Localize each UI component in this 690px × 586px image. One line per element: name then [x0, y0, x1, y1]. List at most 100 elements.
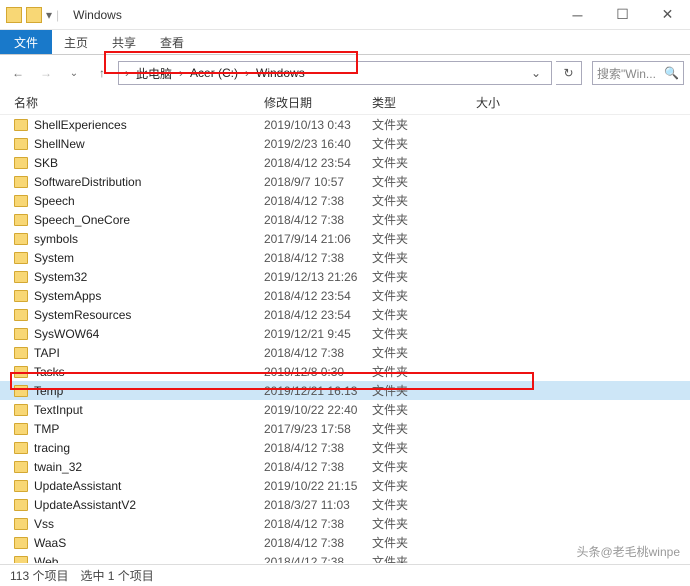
file-type: 文件夹	[372, 420, 476, 437]
folder-icon	[14, 461, 28, 473]
file-tab[interactable]: 文件	[0, 30, 52, 54]
file-date: 2019/10/22 21:15	[264, 479, 372, 493]
file-date: 2019/12/21 9:45	[264, 327, 372, 341]
breadcrumb-item[interactable]: Acer (C:)	[187, 66, 241, 80]
folder-icon	[14, 271, 28, 283]
status-selected-count: 选中 1 个项目	[80, 567, 153, 584]
table-row[interactable]: TAPI2018/4/12 7:38文件夹	[0, 343, 690, 362]
folder-icon	[14, 499, 28, 511]
file-date: 2019/12/13 21:26	[264, 270, 372, 284]
search-input[interactable]: 搜索"Win... 🔍	[592, 61, 684, 85]
folder-icon	[14, 290, 28, 302]
column-date[interactable]: 修改日期	[250, 94, 358, 111]
table-row[interactable]: twain_322018/4/12 7:38文件夹	[0, 457, 690, 476]
chevron-right-icon: ›	[179, 66, 183, 80]
folder-icon	[14, 195, 28, 207]
table-row[interactable]: UpdateAssistantV22018/3/27 11:03文件夹	[0, 495, 690, 514]
table-row[interactable]: TMP2017/9/23 17:58文件夹	[0, 419, 690, 438]
file-name: SystemApps	[34, 289, 264, 303]
breadcrumb-item[interactable]: Windows	[253, 66, 308, 80]
file-list: ShellExperiences2019/10/13 0:43文件夹ShellN…	[0, 115, 690, 563]
table-row[interactable]: Speech2018/4/12 7:38文件夹	[0, 191, 690, 210]
table-row[interactable]: SysWOW642019/12/21 9:45文件夹	[0, 324, 690, 343]
table-row[interactable]: Speech_OneCore2018/4/12 7:38文件夹	[0, 210, 690, 229]
status-item-count: 113 个项目	[10, 567, 68, 584]
file-name: symbols	[34, 232, 264, 246]
file-type: 文件夹	[372, 477, 476, 494]
folder-icon	[14, 537, 28, 549]
table-row[interactable]: UpdateAssistant2019/10/22 21:15文件夹	[0, 476, 690, 495]
file-name: Speech_OneCore	[34, 213, 264, 227]
forward-button[interactable]: →	[34, 61, 58, 85]
file-date: 2019/12/8 0:30	[264, 365, 372, 379]
back-button[interactable]: ←	[6, 61, 30, 85]
table-row[interactable]: Tasks2019/12/8 0:30文件夹	[0, 362, 690, 381]
table-row[interactable]: System2018/4/12 7:38文件夹	[0, 248, 690, 267]
table-row[interactable]: tracing2018/4/12 7:38文件夹	[0, 438, 690, 457]
title-bar: ▾ | Windows ─ ☐ ✕	[0, 0, 690, 30]
up-button[interactable]: ↑	[90, 61, 114, 85]
folder-icon	[14, 157, 28, 169]
table-row[interactable]: System322019/12/13 21:26文件夹	[0, 267, 690, 286]
address-bar[interactable]: › 此电脑 › Acer (C:) › Windows ⌄	[118, 61, 552, 85]
table-row[interactable]: SoftwareDistribution2018/9/7 10:57文件夹	[0, 172, 690, 191]
file-type: 文件夹	[372, 458, 476, 475]
minimize-button[interactable]: ─	[555, 0, 600, 30]
file-type: 文件夹	[372, 116, 476, 133]
file-type: 文件夹	[372, 534, 476, 551]
file-type: 文件夹	[372, 249, 476, 266]
table-row[interactable]: TextInput2019/10/22 22:40文件夹	[0, 400, 690, 419]
file-date: 2018/9/7 10:57	[264, 175, 372, 189]
table-row[interactable]: SKB2018/4/12 23:54文件夹	[0, 153, 690, 172]
file-type: 文件夹	[372, 382, 476, 399]
table-row[interactable]: ShellExperiences2019/10/13 0:43文件夹	[0, 115, 690, 134]
file-date: 2018/4/12 7:38	[264, 517, 372, 531]
qat-dropdown-icon[interactable]: ▾	[46, 8, 52, 22]
file-type: 文件夹	[372, 439, 476, 456]
file-date: 2018/4/12 7:38	[264, 441, 372, 455]
quick-access-toolbar: ▾ |	[0, 7, 65, 23]
tab-view[interactable]: 查看	[148, 30, 196, 54]
table-row[interactable]: Temp2019/12/21 16:13文件夹	[0, 381, 690, 400]
column-headers: 名称 修改日期 类型 大小	[0, 91, 690, 115]
address-dropdown-icon[interactable]: ⌄	[527, 66, 545, 80]
refresh-button[interactable]: ↻	[556, 61, 582, 85]
file-name: Tasks	[34, 365, 264, 379]
file-name: UpdateAssistantV2	[34, 498, 264, 512]
file-name: SysWOW64	[34, 327, 264, 341]
file-type: 文件夹	[372, 496, 476, 513]
file-name: ShellNew	[34, 137, 264, 151]
folder-icon	[14, 309, 28, 321]
file-name: TAPI	[34, 346, 264, 360]
file-type: 文件夹	[372, 306, 476, 323]
file-type: 文件夹	[372, 135, 476, 152]
file-date: 2018/4/12 7:38	[264, 251, 372, 265]
column-size[interactable]: 大小	[462, 94, 542, 111]
recent-dropdown-icon[interactable]: ⌄	[62, 61, 86, 85]
tab-home[interactable]: 主页	[52, 30, 100, 54]
file-type: 文件夹	[372, 211, 476, 228]
column-name[interactable]: 名称	[0, 94, 250, 111]
file-type: 文件夹	[372, 192, 476, 209]
tab-share[interactable]: 共享	[100, 30, 148, 54]
file-date: 2017/9/14 21:06	[264, 232, 372, 246]
table-row[interactable]: SystemResources2018/4/12 23:54文件夹	[0, 305, 690, 324]
chevron-right-icon: ›	[245, 66, 249, 80]
maximize-button[interactable]: ☐	[600, 0, 645, 30]
table-row[interactable]: SystemApps2018/4/12 23:54文件夹	[0, 286, 690, 305]
table-row[interactable]: Vss2018/4/12 7:38文件夹	[0, 514, 690, 533]
file-name: Temp	[34, 384, 264, 398]
file-date: 2019/2/23 16:40	[264, 137, 372, 151]
close-button[interactable]: ✕	[645, 0, 690, 30]
breadcrumb-item[interactable]: 此电脑	[133, 65, 175, 82]
file-name: SKB	[34, 156, 264, 170]
folder-app-icon	[6, 7, 22, 23]
table-row[interactable]: symbols2017/9/14 21:06文件夹	[0, 229, 690, 248]
table-row[interactable]: ShellNew2019/2/23 16:40文件夹	[0, 134, 690, 153]
watermark-text: 头条@老毛桃winpe	[576, 543, 680, 560]
column-type[interactable]: 类型	[358, 94, 462, 111]
file-name: Speech	[34, 194, 264, 208]
file-date: 2019/10/13 0:43	[264, 118, 372, 132]
file-date: 2019/10/22 22:40	[264, 403, 372, 417]
file-date: 2018/4/12 23:54	[264, 156, 372, 170]
